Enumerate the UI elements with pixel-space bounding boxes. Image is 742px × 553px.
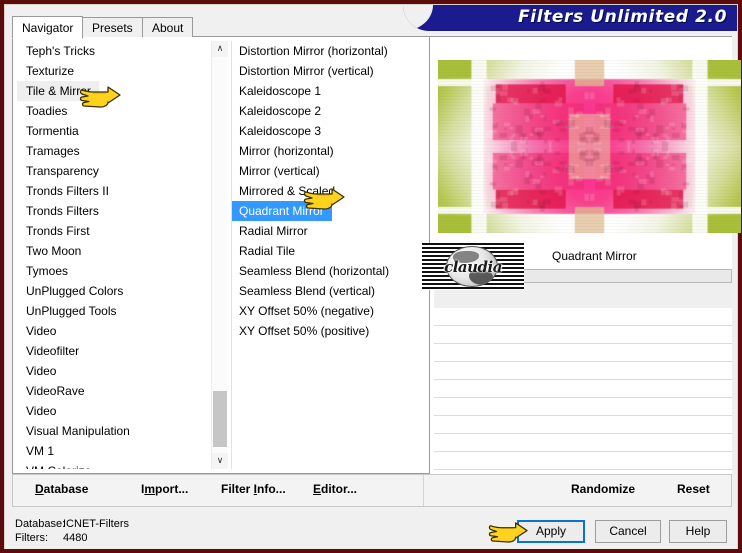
parameter-rule <box>434 325 732 326</box>
filter-list-item[interactable]: Radial Tile <box>232 241 427 261</box>
application-window: Filters Unlimited 2.0 Navigator Presets Ab… <box>4 4 738 549</box>
category-list-item[interactable]: Tronds Filters <box>17 201 229 221</box>
toolbar-divider <box>423 475 424 506</box>
client-area: Teph's Tricks Texturize Tile & Mirror Toadi… <box>12 37 732 474</box>
category-list-item[interactable]: VideoRave <box>17 381 229 401</box>
status-database-value: ICNET-Filters <box>63 518 129 530</box>
randomize-button[interactable]: Randomize <box>571 482 635 496</box>
category-list-item[interactable]: Tronds Filters II <box>17 181 229 201</box>
filter-list-item[interactable]: Quadrant Mirror <box>232 201 332 221</box>
category-list-item[interactable]: Video <box>17 361 229 381</box>
tab-navigator[interactable]: Navigator <box>12 16 83 39</box>
watermark-logo: claudia <box>422 243 524 290</box>
filter-list-item[interactable]: Kaleidoscope 3 <box>232 121 427 141</box>
watermark-text: claudia <box>432 258 514 276</box>
import-button[interactable]: Import... <box>141 482 188 496</box>
preview-image <box>438 60 741 233</box>
parameter-rule <box>434 361 732 362</box>
status-database-key: Database: <box>15 518 65 530</box>
status-filters-key: Filters: <box>15 532 48 544</box>
parameter-rule <box>434 397 732 398</box>
category-list-item[interactable]: Toadies <box>17 101 229 121</box>
tab-label: About <box>152 21 183 35</box>
secondary-toolbar: Database Import... Filter Info... Editor… <box>12 474 732 507</box>
preview-panel: Quadrant Mirror claudia <box>430 37 732 474</box>
status-bar: Database: ICNET-Filters Filters: 4480 Ap… <box>5 509 737 549</box>
category-list-item[interactable]: Tramages <box>17 141 229 161</box>
preview-canvas <box>438 60 741 233</box>
reset-button[interactable]: Reset <box>677 482 710 496</box>
filter-list-item[interactable]: Mirror (horizontal) <box>232 141 427 161</box>
filter-list-item[interactable]: Distortion Mirror (vertical) <box>232 61 427 81</box>
database-button[interactable]: Database <box>35 482 88 496</box>
scroll-down-icon[interactable]: ∨ <box>212 453 228 469</box>
category-list-item[interactable]: Tormentia <box>17 121 229 141</box>
filter-list-item[interactable]: XY Offset 50% (negative) <box>232 301 427 321</box>
tab-strip: Navigator Presets About <box>12 17 732 37</box>
scroll-up-icon[interactable]: ∧ <box>212 41 228 57</box>
filter-list-item[interactable]: Mirror (vertical) <box>232 161 427 181</box>
parameter-rule <box>434 451 732 452</box>
parameter-rule <box>434 379 732 380</box>
category-scrollbar[interactable]: ∧ ∨ <box>211 41 227 469</box>
filter-list-item[interactable]: Kaleidoscope 1 <box>232 81 427 101</box>
filter-list-item[interactable]: Seamless Blend (vertical) <box>232 281 427 301</box>
category-list-item[interactable]: Tymoes <box>17 261 229 281</box>
category-list-item[interactable]: Videofilter <box>17 341 229 361</box>
category-list-item[interactable]: Teph's Tricks <box>17 41 229 61</box>
category-list-item[interactable]: Video <box>17 321 229 341</box>
filter-list-item[interactable]: Mirrored & Scaled <box>232 181 427 201</box>
parameter-rule <box>434 433 732 434</box>
scrollbar-thumb[interactable] <box>213 391 227 447</box>
tab-label: Presets <box>92 21 133 35</box>
category-list[interactable]: Teph's Tricks Texturize Tile & Mirror Toadi… <box>17 41 229 469</box>
category-list-item[interactable]: Tile & Mirror <box>17 81 99 101</box>
filter-list-item[interactable]: Kaleidoscope 2 <box>232 101 427 121</box>
filter-list-item[interactable]: XY Offset 50% (positive) <box>232 321 427 341</box>
filter-list-item[interactable]: Distortion Mirror (horizontal) <box>232 41 427 61</box>
category-list-item[interactable]: UnPlugged Colors <box>17 281 229 301</box>
category-list-item[interactable]: VM 1 <box>17 441 229 461</box>
help-button[interactable]: Help <box>669 520 727 543</box>
category-list-item[interactable]: Two Moon <box>17 241 229 261</box>
apply-button[interactable]: Apply <box>517 520 585 543</box>
tab-label: Navigator <box>22 21 73 35</box>
filter-list[interactable]: Distortion Mirror (horizontal) Distortion… <box>231 41 427 469</box>
filter-list-item[interactable]: Radial Mirror <box>232 221 427 241</box>
status-filters-value: 4480 <box>63 532 87 544</box>
category-list-item[interactable]: Texturize <box>17 61 229 81</box>
category-list-item[interactable]: Tronds First <box>17 221 229 241</box>
category-list-item[interactable]: Visual Manipulation <box>17 421 229 441</box>
category-list-item[interactable]: VM Colorize <box>17 461 229 469</box>
editor-button[interactable]: Editor... <box>313 482 357 496</box>
application-window-frame: Filters Unlimited 2.0 Navigator Presets Ab… <box>0 0 742 553</box>
category-list-item[interactable]: Video <box>17 401 229 421</box>
parameter-rule <box>434 343 732 344</box>
tab-presets[interactable]: Presets <box>82 17 143 38</box>
category-list-item[interactable]: UnPlugged Tools <box>17 301 229 321</box>
filter-info-button[interactable]: Filter Info... <box>221 482 286 496</box>
cancel-button[interactable]: Cancel <box>595 520 661 543</box>
filter-list-item[interactable]: Seamless Blend (horizontal) <box>232 261 427 281</box>
parameter-rule <box>434 469 732 470</box>
category-list-item[interactable]: Transparency <box>17 161 229 181</box>
parameter-rule <box>434 415 732 416</box>
tab-about[interactable]: About <box>142 17 193 38</box>
